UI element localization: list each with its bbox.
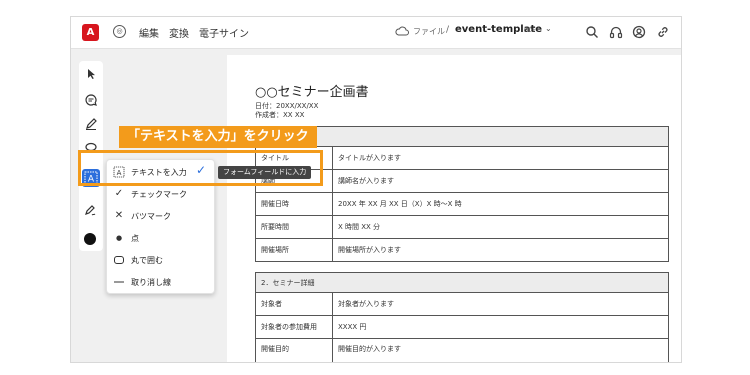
table-row: 開催場所 開催場所が入ります: [255, 238, 669, 262]
signature-icon[interactable]: [84, 203, 98, 217]
menu-edit[interactable]: 編集: [139, 25, 159, 40]
menu-item-checkmark[interactable]: ✓ チェックマーク: [107, 185, 214, 206]
details-table: 2．セミナー詳細 対象者 対象者が入ります 対象者の参加費用 XXXX 円 開催…: [255, 272, 669, 362]
table-header: [255, 126, 669, 147]
row-value[interactable]: X 時間 XX 分: [332, 215, 669, 239]
checkmark-icon: ✓: [114, 188, 124, 199]
cursor-icon[interactable]: [84, 67, 98, 81]
pen-icon[interactable]: [84, 117, 98, 131]
menu-item-label: 丸で囲む: [131, 256, 163, 265]
cloud-icon: [395, 26, 409, 36]
comment-icon[interactable]: [84, 93, 98, 107]
menu-item-circle[interactable]: 丸で囲む: [107, 251, 214, 272]
menu-item-label: バツマーク: [131, 212, 171, 221]
row-value[interactable]: 開催目的が入ります: [332, 338, 669, 362]
chevron-down-icon[interactable]: ⌄: [545, 24, 552, 33]
row-key: 対象者: [255, 292, 333, 316]
menu-item-dot[interactable]: ● 点: [107, 229, 214, 250]
app-window: A ◎ 編集 変換 電子サイン ファイル / event-template PD…: [70, 16, 682, 363]
link-icon[interactable]: [656, 25, 670, 39]
row-value[interactable]: タイトルが入ります: [332, 146, 669, 170]
menu-item-cross[interactable]: ✕ バツマーク: [107, 207, 214, 228]
row-value[interactable]: 開催場所が入ります: [332, 238, 669, 262]
menu-convert[interactable]: 変換: [169, 25, 189, 40]
menu-item-label: チェックマーク: [131, 190, 187, 199]
row-value[interactable]: 20XX 年 XX 月 XX 日（X）X 時〜X 時: [332, 192, 669, 216]
document-page: ○○セミナー企画書 日付：20XX/XX/XX 作成者：XX XX タイトル タ…: [227, 55, 681, 362]
file-type-badge: PDF: [524, 27, 536, 34]
document-author: 作成者：XX XX: [255, 111, 305, 119]
strikethrough-icon: [114, 281, 124, 283]
row-value[interactable]: XXXX 円: [332, 315, 669, 339]
search-icon[interactable]: [585, 25, 599, 39]
instruction-callout: 「テキストを入力」をクリック: [119, 126, 317, 148]
section-heading: 2．セミナー詳細: [255, 272, 669, 293]
overview-table: タイトル タイトルが入ります 講師 講師名が入ります 開催日時 20XX 年 X…: [255, 126, 669, 262]
dot-icon: ●: [115, 234, 123, 242]
color-picker[interactable]: [84, 233, 96, 245]
menu-e-sign[interactable]: 電子サイン: [199, 25, 249, 40]
table-row: 開催日時 20XX 年 XX 月 XX 日（X）X 時〜X 時: [255, 192, 669, 216]
menu-item-strikethrough[interactable]: 取り消し線: [107, 273, 214, 294]
circle-icon: [114, 256, 124, 264]
row-key: 対象者の参加費用: [255, 315, 333, 339]
highlight-rectangle: [78, 150, 323, 186]
table-row: 対象者の参加費用 XXXX 円: [255, 315, 669, 339]
row-key: 所要時間: [255, 215, 333, 239]
row-value[interactable]: 対象者が入ります: [332, 292, 669, 316]
acrobat-logo-icon[interactable]: A: [82, 24, 99, 41]
row-key: 開催場所: [255, 238, 333, 262]
menu-item-label: 取り消し線: [131, 278, 171, 287]
row-key: 開催目的: [255, 338, 333, 362]
row-key: 開催日時: [255, 192, 333, 216]
breadcrumb-separator: /: [446, 25, 450, 35]
row-value[interactable]: 講師名が入ります: [332, 169, 669, 193]
table-row: 対象者 対象者が入ります: [255, 292, 669, 316]
menu-item-label: 点: [131, 234, 139, 243]
top-toolbar: A ◎ 編集 変換 電子サイン ファイル / event-template PD…: [71, 17, 681, 49]
headphones-icon[interactable]: [609, 25, 623, 39]
breadcrumb-files[interactable]: ファイル: [413, 26, 445, 37]
account-icon[interactable]: [632, 25, 646, 39]
table-row: 所要時間 X 時間 XX 分: [255, 215, 669, 239]
document-title: ○○セミナー企画書: [255, 85, 369, 100]
table-row: 開催目的 開催目的が入ります: [255, 338, 669, 362]
ai-assistant-icon[interactable]: ◎: [113, 25, 126, 38]
cross-icon: ✕: [114, 210, 124, 221]
